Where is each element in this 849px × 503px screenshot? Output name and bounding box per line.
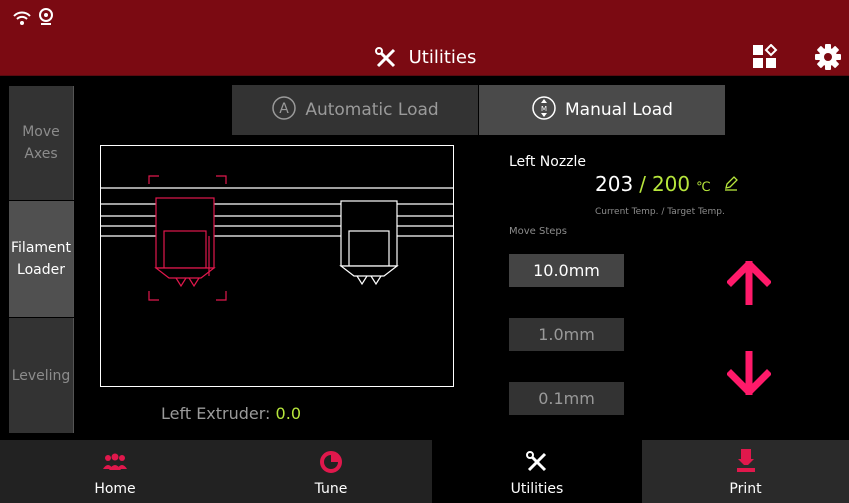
svg-text:M: M (541, 105, 547, 113)
nozzle-temp-readout: 203 / 200 ℃ (595, 172, 739, 196)
users-icon (101, 453, 129, 475)
sidebar-item-label: Move Axes (22, 124, 60, 162)
extruder-value: 0.0 (275, 404, 301, 423)
sidebar-item-leveling[interactable]: Leveling (9, 318, 74, 433)
step-10mm-button[interactable]: 10.0mm (509, 254, 624, 287)
nav-label: Tune (314, 481, 348, 497)
temp-separator: / (639, 172, 646, 196)
nav-print[interactable]: Print (642, 440, 849, 503)
page-title: Utilities (0, 40, 849, 75)
sidebar-item-label: Leveling (11, 367, 71, 384)
nav-label: Utilities (510, 481, 564, 497)
tune-pie-icon (320, 451, 342, 477)
tab-automatic-load[interactable]: A Automatic Load (232, 85, 478, 135)
arrow-down-icon[interactable] (726, 349, 772, 399)
svg-text:A: A (280, 101, 290, 117)
tab-label: Automatic Load (305, 100, 439, 120)
sidebar-item-label: Filament Loader (11, 240, 72, 278)
target-temp: 200 (651, 172, 691, 196)
left-extruder-readout: Left Extruder: 0.0 (161, 404, 301, 423)
print-nozzle-icon (736, 449, 756, 477)
widgets-icon[interactable] (752, 43, 778, 74)
automatic-load-icon: A (271, 95, 297, 126)
step-1mm-button[interactable]: 1.0mm (509, 318, 624, 351)
nozzle-label: Left Nozzle (509, 154, 587, 170)
tab-label: Manual Load (565, 100, 673, 120)
edit-target-temp-icon[interactable] (723, 172, 739, 196)
arrow-up-icon[interactable] (726, 259, 772, 309)
manual-load-icon: M (531, 95, 557, 126)
camera-icon (38, 8, 54, 32)
move-steps-label: Move Steps (509, 226, 567, 237)
sidebar-item-move-axes[interactable]: Move Axes (9, 86, 74, 200)
nav-tune[interactable]: Tune (230, 440, 432, 503)
right-extruder-icon (339, 200, 399, 286)
left-extruder-icon (148, 175, 227, 301)
extruder-label: Left Extruder: (161, 404, 271, 423)
extruder-illustration (100, 145, 454, 387)
tab-manual-load[interactable]: M Manual Load (479, 85, 725, 135)
settings-gear-icon[interactable] (814, 43, 842, 75)
current-temp: 203 (595, 172, 634, 196)
step-0-1mm-button[interactable]: 0.1mm (509, 382, 624, 415)
temp-unit: ℃ (696, 180, 711, 195)
nav-home[interactable]: Home (0, 440, 230, 503)
sidebar-item-filament-loader[interactable]: Filament Loader (9, 201, 74, 317)
nav-label: Home (94, 481, 136, 497)
nav-utilities[interactable]: Utilities (432, 440, 642, 503)
temp-caption: Current Temp. / Target Temp. (595, 207, 725, 217)
status-bar (0, 0, 849, 40)
wifi-icon (12, 10, 32, 32)
nav-label: Print (729, 481, 762, 497)
tools-icon (373, 45, 399, 71)
tools-icon (526, 451, 548, 477)
header-title-text: Utilities (408, 47, 477, 68)
